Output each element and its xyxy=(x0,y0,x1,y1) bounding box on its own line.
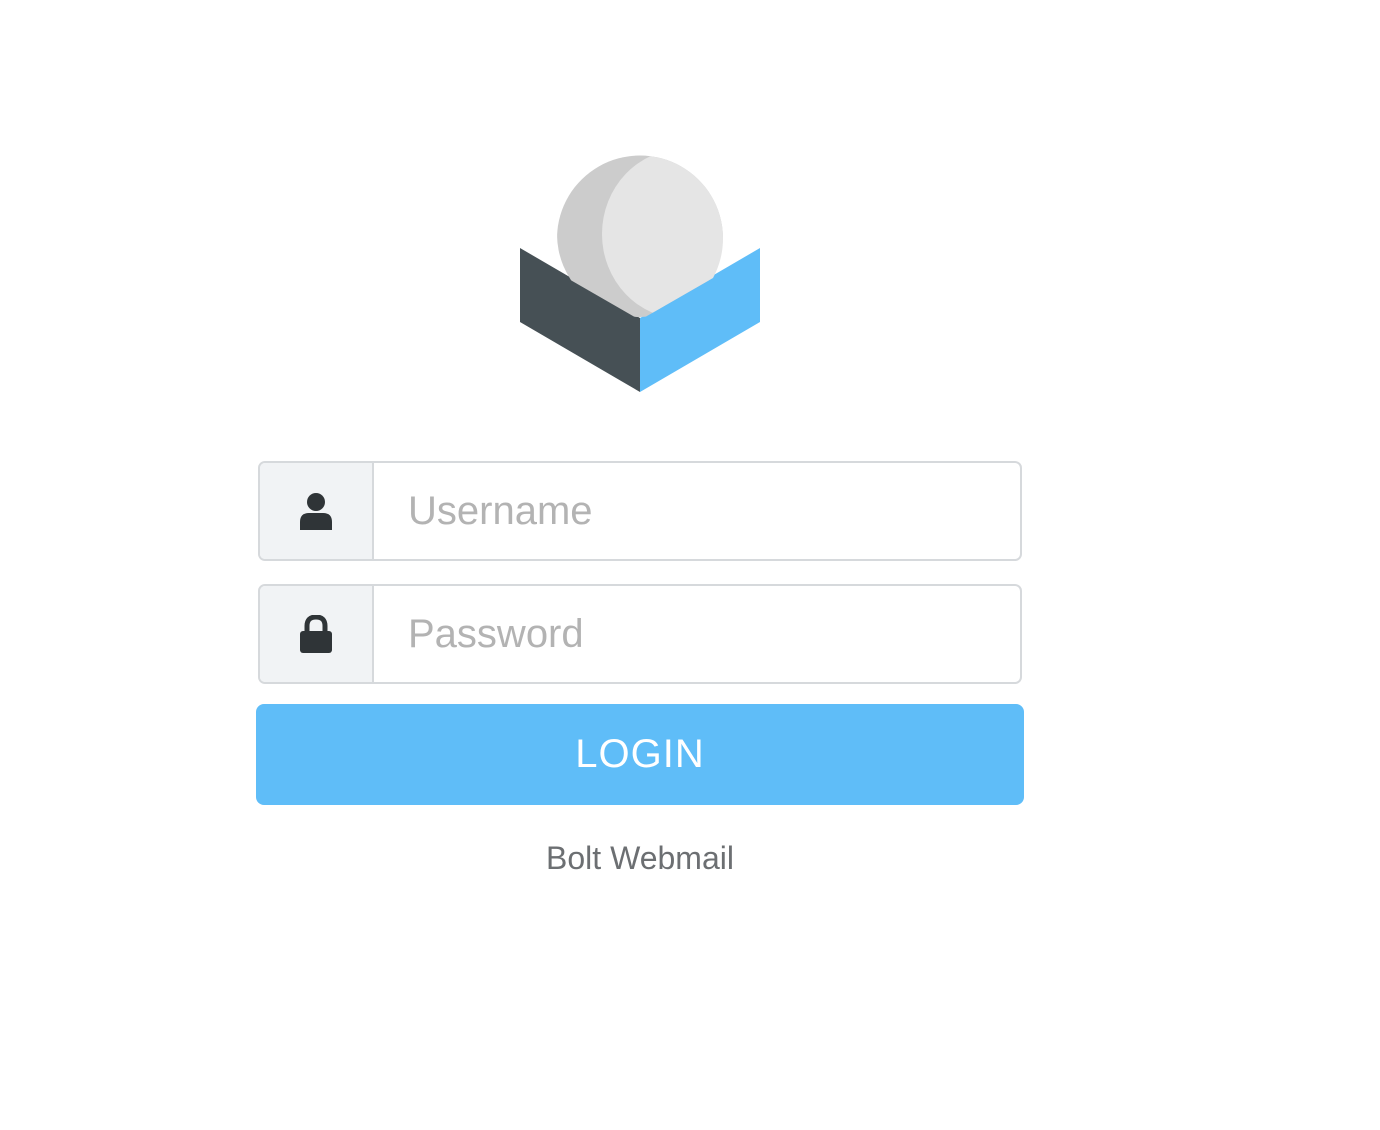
product-name: Bolt Webmail xyxy=(546,840,734,876)
username-field[interactable] xyxy=(374,463,1020,559)
password-input-group xyxy=(258,584,1022,684)
password-addon xyxy=(260,586,374,682)
lock-icon xyxy=(300,615,332,653)
user-icon xyxy=(300,493,332,530)
username-input-group xyxy=(258,461,1022,561)
logo-graphic xyxy=(520,155,760,392)
roundcube-logo xyxy=(518,150,762,394)
login-button[interactable]: LOGIN xyxy=(256,704,1024,805)
password-field[interactable] xyxy=(374,586,1020,682)
username-addon xyxy=(260,463,374,559)
